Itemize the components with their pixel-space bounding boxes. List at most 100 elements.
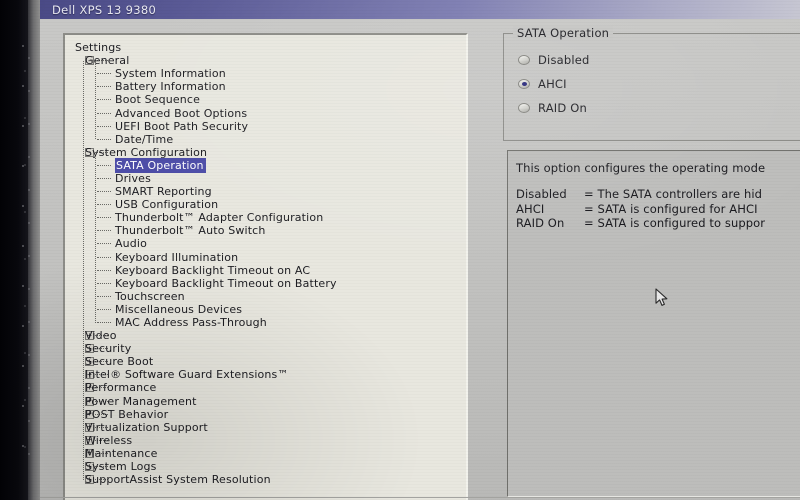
- tree-item-secure-boot[interactable]: + Secure Boot: [71, 355, 466, 369]
- option-description-box: This option configures the operating mod…: [507, 150, 800, 497]
- tree-item-virtualization-support[interactable]: + Virtualization Support: [71, 421, 466, 434]
- radio-option-label: Disabled: [538, 53, 590, 67]
- tree-item-label: Advanced Boot Options: [115, 106, 248, 120]
- tree-item-label: Thunderbolt™ Auto Switch: [115, 224, 266, 238]
- tree-item-system-configuration[interactable]: - System Configuration: [71, 145, 466, 159]
- description-definition: = SATA is configured for AHCI: [584, 201, 758, 216]
- tree-item-label: Wireless: [85, 433, 133, 447]
- tree-item-keyboard-backlight-timeout-on-ac[interactable]: Keyboard Backlight Timeout on AC: [71, 264, 466, 277]
- tree-item-settings[interactable]: Settings: [71, 41, 466, 54]
- tree-item-date-time[interactable]: Date/Time: [71, 132, 466, 146]
- settings-tree[interactable]: Settings - General System Information Batter…: [65, 35, 466, 500]
- tree-item-label: SMART Reporting: [115, 185, 212, 199]
- tree-connector-line: [97, 112, 111, 114]
- tree-connector-line: [97, 322, 111, 324]
- radio-option-disabled[interactable]: Disabled: [518, 48, 590, 72]
- tree-item-security[interactable]: + Security: [71, 342, 466, 356]
- tree-item-post-behavior[interactable]: + POST Behavior: [71, 408, 466, 421]
- tree-connector-line: [97, 230, 111, 232]
- tree-connector-line: [97, 282, 111, 284]
- tree-item-drives[interactable]: Drives: [71, 172, 466, 185]
- tree-item-label: Boot Sequence: [115, 93, 201, 107]
- tree-item-system-information[interactable]: System Information: [71, 67, 466, 81]
- tree-item-label: Secure Boot: [85, 355, 154, 369]
- tree-item-advanced-boot-options[interactable]: Advanced Boot Options: [71, 106, 466, 120]
- description-term: Disabled: [516, 187, 567, 201]
- tree-connector-line: [97, 164, 111, 166]
- radio-selected-icon[interactable]: [518, 79, 530, 89]
- tree-item-intel-software-guard-extensions[interactable]: + Intel® Software Guard Extensions™: [71, 368, 466, 382]
- description-term: RAID On: [516, 216, 565, 230]
- description-definition: = The SATA controllers are hid: [584, 187, 763, 201]
- tree-item-maintenance[interactable]: + Maintenance: [71, 446, 466, 460]
- tree-item-label: Security: [85, 342, 132, 356]
- tree-item-label: Video: [85, 329, 117, 343]
- tree-item-touchscreen[interactable]: Touchscreen: [71, 290, 466, 303]
- tree-connector-line: [97, 204, 111, 206]
- tree-item-audio[interactable]: Audio: [71, 237, 466, 251]
- detail-pane: SATA Operation Disabled AHCI RAID On This …: [495, 19, 800, 500]
- tree-item-sata-operation[interactable]: SATA Operation: [71, 157, 466, 173]
- description-intro: This option configures the operating mod…: [516, 161, 766, 175]
- tree-connector-line: [97, 138, 111, 140]
- tree-item-label: General: [85, 54, 130, 68]
- tree-item-label: Thunderbolt™ Adapter Configuration: [115, 211, 324, 225]
- tree-connector-line: [97, 217, 111, 219]
- tree-item-uefi-boot-path-security[interactable]: UEFI Boot Path Security: [71, 119, 466, 133]
- tree-item-miscellaneous-devices[interactable]: Miscellaneous Devices: [71, 302, 466, 316]
- tree-connector-line: [97, 269, 111, 271]
- tree-item-label: Keyboard Illumination: [115, 250, 239, 264]
- tree-item-label: Intel® Software Guard Extensions™: [85, 368, 289, 382]
- description-definition-list: Disabled = The SATA controllers are hid AH…: [516, 187, 800, 231]
- bottom-divider: [40, 497, 800, 498]
- radio-option-raid-on[interactable]: RAID On: [518, 96, 590, 120]
- radio-option-label: RAID On: [538, 101, 588, 115]
- tree-item-label: System Information: [115, 67, 226, 81]
- tree-item-system-logs[interactable]: + System Logs: [71, 460, 466, 473]
- groupbox-title: SATA Operation: [513, 26, 614, 40]
- tree-item-smart-reporting[interactable]: SMART Reporting: [71, 185, 466, 199]
- tree-item-label: UEFI Boot Path Security: [115, 119, 249, 133]
- sata-operation-radio-group[interactable]: Disabled AHCI RAID On: [518, 48, 590, 120]
- tree-item-wireless[interactable]: + Wireless: [71, 433, 466, 447]
- tree-item-usb-configuration[interactable]: USB Configuration: [71, 198, 466, 212]
- tree-spine-line: [83, 60, 84, 480]
- tree-item-label: Battery Information: [115, 80, 226, 94]
- window-title-bar: Dell XPS 13 9380: [40, 0, 800, 19]
- radio-unselected-icon[interactable]: [518, 55, 530, 65]
- radio-unselected-icon[interactable]: [518, 103, 530, 113]
- tree-item-label: System Configuration: [85, 145, 208, 159]
- description-definition: = SATA is configured to suppor: [584, 216, 766, 230]
- tree-item-keyboard-backlight-timeout-on-battery[interactable]: Keyboard Backlight Timeout on Battery: [71, 277, 466, 290]
- settings-tree-panel[interactable]: Settings - General System Information Batter…: [63, 33, 468, 500]
- tree-item-general[interactable]: - General: [71, 54, 466, 68]
- window-body: Settings - General System Information Batter…: [40, 19, 800, 500]
- tree-connector-line: [97, 295, 111, 297]
- bios-setup-screenshot: Dell XPS 13 9380 Settings - General System …: [0, 0, 800, 500]
- tree-subspine-line: [95, 60, 96, 140]
- tree-item-battery-information[interactable]: Battery Information: [71, 80, 466, 94]
- tree-item-thunderbolt-adapter-configuration[interactable]: Thunderbolt™ Adapter Configuration: [71, 211, 466, 225]
- tree-item-label: Date/Time: [115, 132, 174, 146]
- radio-option-ahci[interactable]: AHCI: [518, 72, 590, 96]
- tree-item-performance[interactable]: + Performance: [71, 381, 466, 394]
- tree-item-label: USB Configuration: [115, 198, 219, 212]
- photo-bezel-speckle: [20, 40, 36, 470]
- tree-connector-line: [97, 125, 111, 127]
- tree-item-label: Audio: [115, 237, 148, 251]
- tree-item-boot-sequence[interactable]: Boot Sequence: [71, 93, 466, 107]
- tree-connector-line: [97, 256, 111, 258]
- tree-item-label: Maintenance: [85, 446, 158, 460]
- tree-item-supportassist-system-resolution[interactable]: + SupportAssist System Resolution: [71, 473, 466, 486]
- tree-item-keyboard-illumination[interactable]: Keyboard Illumination: [71, 250, 466, 264]
- tree-item-mac-address-pass-through[interactable]: MAC Address Pass-Through: [71, 316, 466, 329]
- bios-window: Dell XPS 13 9380 Settings - General System …: [40, 0, 800, 500]
- radio-option-label: AHCI: [538, 77, 567, 91]
- tree-item-thunderbolt-auto-switch[interactable]: Thunderbolt™ Auto Switch: [71, 224, 466, 238]
- tree-item-power-management[interactable]: + Power Management: [71, 395, 466, 408]
- tree-item-label: Miscellaneous Devices: [115, 302, 243, 316]
- description-row: RAID On = SATA is configured to suppor: [516, 216, 800, 231]
- sata-operation-groupbox: SATA Operation Disabled AHCI RAID On: [503, 26, 800, 141]
- tree-item-video[interactable]: + Video: [71, 329, 466, 343]
- tree-connector-line: [97, 177, 111, 179]
